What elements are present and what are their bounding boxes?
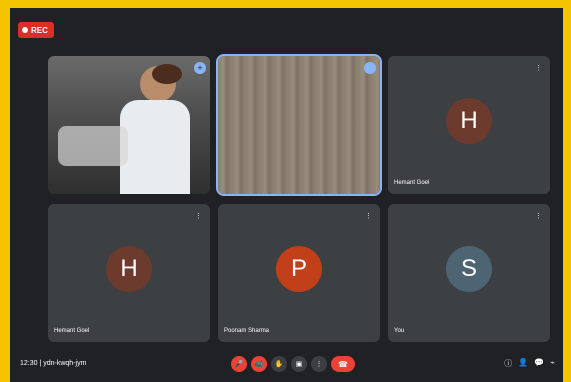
chat-icon[interactable]: 💬 — [534, 358, 544, 369]
participant-name: You — [394, 328, 405, 334]
meeting-controls-bar: 12:30 | ydn-kwqh-jym 🎤 📹 ✋ ▣ ⋮ ☎ ⓘ 👤 💬 ⌁ — [10, 352, 563, 382]
present-screen-button[interactable]: ▣ — [291, 356, 307, 372]
avatar: P — [276, 246, 322, 292]
people-icon[interactable]: 👤 — [518, 358, 528, 369]
avatar: H — [446, 98, 492, 144]
activities-icon[interactable]: ⌁ — [550, 358, 555, 369]
participant-tile[interactable]: ⋮ H Hemant Goel — [48, 204, 210, 342]
recording-label: REC — [31, 25, 48, 35]
participant-tile[interactable] — [216, 54, 382, 196]
meeting-info: 12:30 | ydn-kwqh-jym — [20, 360, 87, 367]
right-controls: ⓘ 👤 💬 ⌁ — [504, 358, 555, 369]
raise-hand-button[interactable]: ✋ — [271, 356, 287, 372]
mic-muted-icon: ⋮ — [365, 213, 372, 220]
meeting-window: REC + ⋮ H Hemant Goel ⋮ H Hemant Goel ⋮ … — [10, 8, 563, 382]
participant-tile[interactable]: + — [48, 56, 210, 194]
avatar: H — [106, 246, 152, 292]
mic-muted-icon: ⋮ — [535, 213, 542, 220]
microphone-toggle[interactable]: 🎤 — [231, 356, 247, 372]
camera-toggle[interactable]: 📹 — [251, 356, 267, 372]
participant-name: Poonam Sharma — [224, 328, 270, 334]
participant-tile[interactable]: ⋮ H Hemant Goel — [388, 56, 550, 194]
more-options-icon[interactable] — [364, 62, 376, 74]
participant-name: Hemant Goel — [54, 328, 90, 334]
participant-tile[interactable]: ⋮ P Poonam Sharma — [218, 204, 380, 342]
recording-indicator: REC — [18, 22, 54, 38]
participant-tile[interactable]: ⋮ S You — [388, 204, 550, 342]
lab-coat — [120, 100, 190, 194]
more-options-button[interactable]: ⋮ — [311, 356, 327, 372]
lab-equipment — [58, 126, 128, 166]
leave-call-button[interactable]: ☎ — [331, 356, 355, 372]
info-icon[interactable]: ⓘ — [504, 358, 512, 369]
controls-group: 🎤 📹 ✋ ▣ ⋮ ☎ — [231, 356, 355, 372]
avatar: S — [446, 246, 492, 292]
mic-muted-icon: ⋮ — [535, 65, 542, 72]
mic-muted-icon: ⋮ — [195, 213, 202, 220]
pin-icon[interactable]: + — [194, 62, 206, 74]
person-hair — [152, 64, 182, 84]
record-dot-icon — [22, 27, 28, 33]
participant-name: Hemant Goel — [394, 180, 430, 186]
